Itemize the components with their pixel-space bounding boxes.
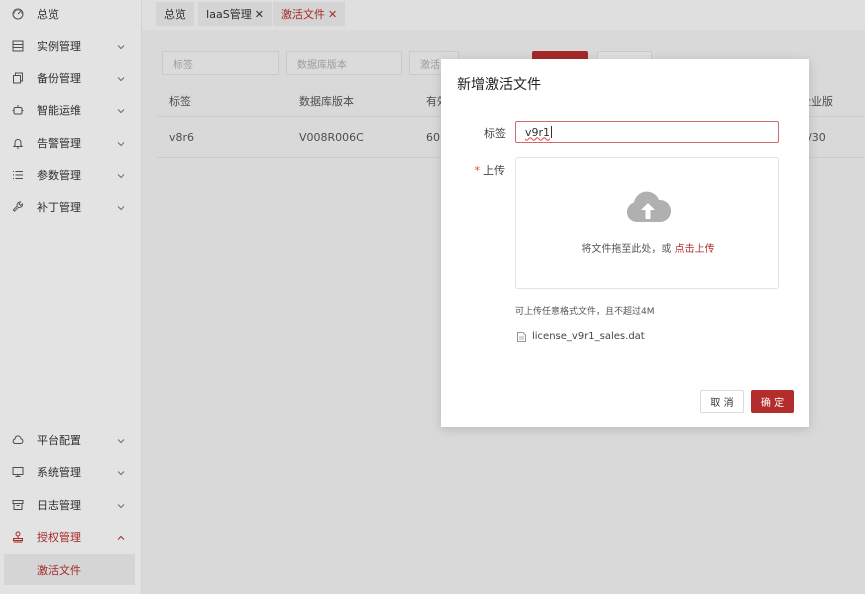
upload-tip: 可上传任意格式文件，且不超过4M	[515, 307, 655, 317]
add-activation-file-dialog: 新增激活文件 标签 v9r1 * 上传 将文件拖至此处，或 点击上传 可上传任意格…	[441, 59, 809, 427]
tag-input-value: v9r1	[525, 125, 551, 139]
dialog-title: 新增激活文件	[457, 77, 541, 93]
drag-text: 将文件拖至此处，或	[581, 244, 675, 255]
cloud-upload-icon	[626, 191, 671, 222]
confirm-button[interactable]: 确 定	[751, 390, 794, 413]
tag-field-label: 标签	[484, 127, 506, 140]
upload-label-text: 上传	[483, 164, 505, 177]
document-icon	[517, 331, 526, 342]
uploaded-file-item[interactable]: license_v9r1_sales.dat	[517, 331, 645, 342]
required-mark: *	[474, 164, 481, 177]
upload-hint: 将文件拖至此处，或 点击上传	[516, 240, 780, 255]
click-upload-link[interactable]: 点击上传	[675, 244, 715, 255]
upload-dropzone[interactable]: 将文件拖至此处，或 点击上传	[515, 157, 779, 289]
upload-field-label: * 上传	[445, 162, 506, 178]
file-name: license_v9r1_sales.dat	[532, 331, 645, 342]
text-caret	[551, 126, 553, 138]
tag-input[interactable]: v9r1	[515, 121, 779, 143]
cancel-button[interactable]: 取 消	[700, 390, 744, 413]
